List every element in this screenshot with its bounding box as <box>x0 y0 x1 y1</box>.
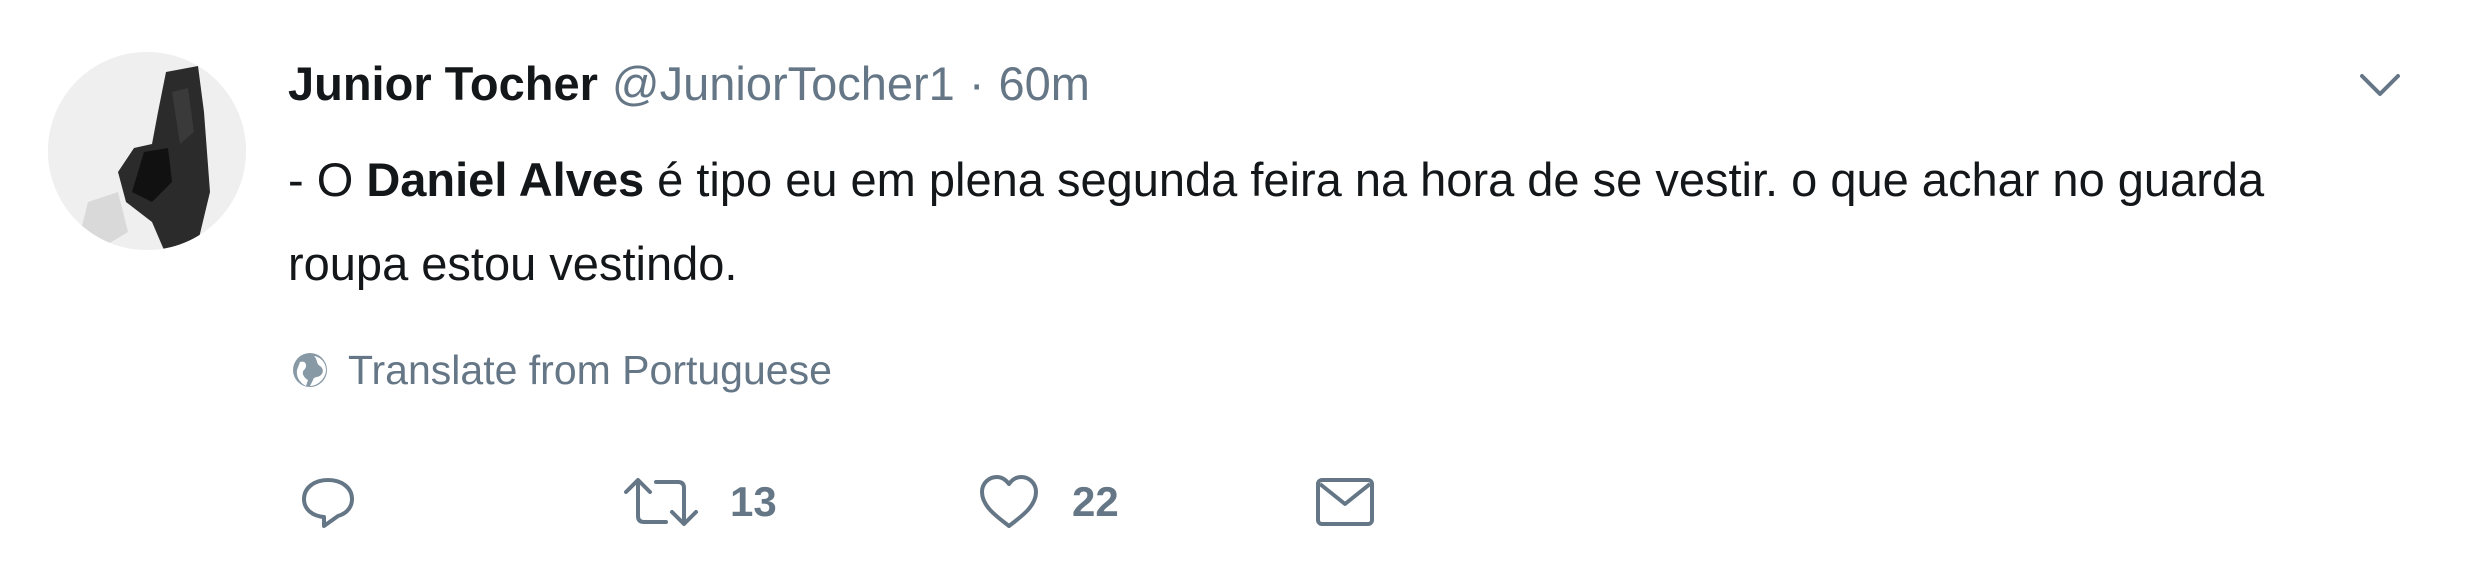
reply-button[interactable] <box>296 462 360 542</box>
retweet-button[interactable]: 13 <box>622 462 777 542</box>
reply-icon <box>302 478 354 528</box>
tweet-text-prefix: - O <box>288 153 367 206</box>
heart-icon <box>980 475 1038 528</box>
separator-dot: · <box>968 56 985 110</box>
tweet-actions: 13 22 <box>296 462 1696 542</box>
envelope-icon <box>1316 478 1374 526</box>
timestamp[interactable]: 60m <box>998 56 1089 111</box>
chevron-down-icon[interactable] <box>2352 58 2408 114</box>
author-handle[interactable]: @JuniorTocher1 <box>612 56 955 111</box>
mention-daniel-alves: Daniel Alves <box>366 153 645 206</box>
retweet-count: 13 <box>730 478 777 525</box>
like-count: 22 <box>1072 478 1119 525</box>
retweet-icon <box>624 478 698 526</box>
globe-icon <box>290 350 330 390</box>
avatar[interactable] <box>48 52 246 250</box>
tweet-card[interactable]: Junior Tocher @JuniorTocher1 · 60m - O D… <box>0 0 2473 575</box>
tweet-header: Junior Tocher @JuniorTocher1 · 60m <box>288 48 1090 118</box>
like-button[interactable]: 22 <box>976 462 1119 542</box>
direct-message-button[interactable] <box>1312 462 1378 542</box>
translate-link[interactable]: Translate from Portuguese <box>290 340 832 400</box>
translate-label: Translate from Portuguese <box>348 346 832 393</box>
author-name[interactable]: Junior Tocher <box>288 56 598 111</box>
tweet-text: - O Daniel Alves é tipo eu em plena segu… <box>288 138 2348 306</box>
